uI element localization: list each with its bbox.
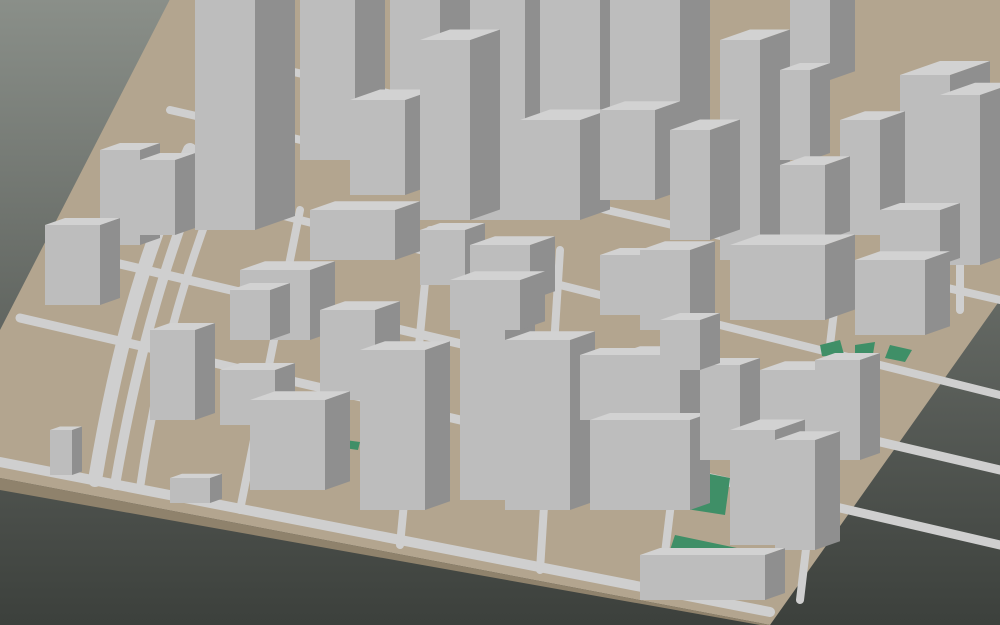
building-front — [350, 100, 405, 195]
building-side — [470, 29, 500, 220]
building-front — [300, 0, 355, 160]
building-side — [520, 271, 545, 330]
building-front — [45, 225, 100, 305]
building-front — [310, 210, 395, 260]
building-front — [450, 280, 520, 330]
building-front — [855, 260, 925, 335]
city-3d-model-scene — [0, 0, 1000, 625]
building-front — [505, 340, 570, 510]
building-front — [775, 440, 815, 550]
building-roof — [590, 413, 710, 420]
building-side — [825, 156, 850, 240]
building-front — [590, 420, 690, 510]
building-front — [660, 320, 700, 370]
building-front — [195, 0, 255, 230]
building-front — [640, 555, 765, 600]
building-front — [140, 160, 175, 235]
building-roof — [640, 548, 785, 555]
building-side — [325, 391, 350, 490]
building-front — [360, 350, 425, 510]
building-side — [830, 0, 855, 80]
building-front — [170, 478, 210, 503]
building-front — [600, 255, 640, 315]
building-side — [210, 473, 222, 503]
building-side — [700, 313, 720, 370]
building-side — [765, 548, 785, 600]
building-front — [780, 70, 810, 160]
building-side — [195, 323, 215, 420]
building-side — [815, 431, 840, 550]
building-side — [825, 234, 855, 320]
building-front — [420, 40, 470, 220]
building-side — [860, 353, 880, 460]
building-front — [580, 355, 620, 420]
building-front — [730, 245, 825, 320]
building-side — [980, 88, 1000, 265]
building-side — [72, 426, 82, 475]
building-front — [780, 165, 825, 240]
building-front — [730, 430, 775, 545]
building-front — [520, 120, 580, 220]
building-side — [395, 201, 420, 260]
building-front — [230, 290, 270, 340]
building-front — [420, 230, 465, 285]
building-side — [255, 0, 295, 230]
building-front — [150, 330, 195, 420]
building-side — [100, 218, 120, 305]
building-front — [250, 400, 325, 490]
building-front — [600, 110, 655, 200]
building-side — [925, 251, 950, 335]
building-front — [670, 130, 710, 240]
building-front — [460, 330, 505, 500]
building-front — [50, 430, 72, 475]
building-side — [710, 119, 740, 240]
building-side — [270, 283, 290, 340]
building-side — [425, 341, 450, 510]
building-side — [175, 153, 195, 235]
building-side — [810, 63, 830, 160]
